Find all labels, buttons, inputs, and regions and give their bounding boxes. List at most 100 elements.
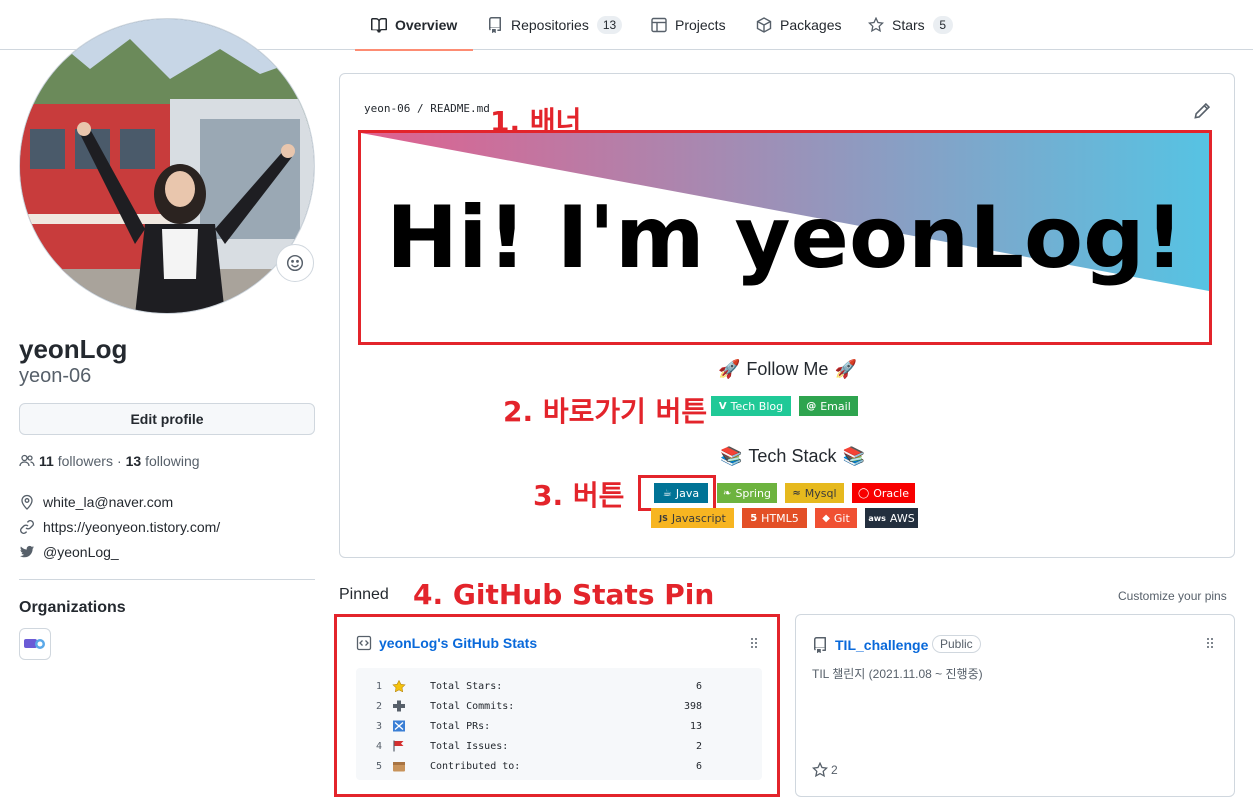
html5-badge[interactable]: 5 HTML5 (742, 508, 807, 528)
repositories-count: 13 (596, 16, 623, 34)
drag-handle-icon[interactable] (1206, 637, 1214, 649)
star-icon (812, 762, 828, 778)
set-status-button[interactable] (276, 244, 314, 282)
annotation-stats-pin: 4. GitHub Stats Pin (413, 578, 715, 611)
pencil-icon[interactable] (1193, 102, 1211, 120)
repo-stars-count: 2 (831, 763, 838, 777)
stats-value: 6 (695, 760, 702, 772)
aws-icon: aws (868, 513, 886, 523)
spring-badge[interactable]: ❧ Spring (717, 483, 777, 503)
tab-stars-label: Stars (892, 17, 925, 33)
following-link[interactable]: 13 following (126, 453, 200, 469)
mysql-badge[interactable]: ≈ Mysql (785, 483, 844, 503)
avatar[interactable] (19, 18, 315, 314)
javascript-badge[interactable]: JS Javascript (651, 508, 734, 528)
box-icon (393, 762, 405, 772)
line-number: 1 (375, 680, 382, 692)
stats-value: 13 (689, 720, 702, 732)
rocket-icon: 🚀 (718, 359, 741, 379)
star-icon (868, 17, 884, 33)
follow-me-title: 🚀 Follow Me 🚀 (718, 359, 857, 380)
java-badge[interactable]: ☕ Java (654, 483, 708, 503)
twitter-detail[interactable]: @yeonLog_ (19, 544, 119, 560)
email-badge[interactable]: @ Email (799, 396, 858, 416)
pinned-title: Pinned (339, 586, 389, 603)
annotation-button: 3. 버튼 (533, 479, 625, 512)
stats-value: 2 (695, 740, 702, 752)
stats-card-title[interactable]: yeonLog's GitHub Stats (379, 635, 537, 651)
flag-icon (393, 740, 404, 752)
following-label: following (145, 453, 200, 469)
package-icon (756, 17, 772, 33)
drag-handle-icon[interactable] (750, 637, 758, 649)
aws-label: AWS (889, 511, 915, 525)
oracle-label: Oracle (873, 486, 909, 500)
git-icon: ◆ (822, 512, 830, 524)
line-number: 2 (375, 700, 382, 712)
repo-name-link[interactable]: TIL_challenge (835, 637, 928, 653)
git-badge[interactable]: ◆ Git (815, 508, 857, 528)
tech-stack-label: Tech Stack (748, 446, 837, 466)
javascript-icon: JS (659, 513, 668, 523)
java-icon: ☕ (662, 487, 672, 499)
table-icon (651, 17, 667, 33)
link-icon (20, 520, 34, 534)
repo-description: TIL 챌린지 (2021.11.08 ~ 진행중) (812, 667, 983, 681)
oracle-badge[interactable]: ◯ Oracle (852, 483, 915, 503)
tab-projects[interactable]: Projects (651, 0, 726, 50)
stats-value: 6 (695, 680, 702, 692)
organization-logo-icon (24, 639, 45, 649)
star-icon (392, 680, 406, 692)
plus-icon (393, 700, 405, 712)
smiley-icon (286, 254, 304, 272)
tab-overview[interactable]: Overview (354, 0, 474, 51)
tab-projects-label: Projects (675, 17, 726, 33)
stats-label: Total Issues: (430, 740, 509, 752)
location-pin-icon (21, 494, 33, 510)
stats-row: 1 Total Stars: 6 (356, 678, 762, 694)
aws-badge[interactable]: aws AWS (865, 508, 918, 528)
edit-profile-button[interactable]: Edit profile (19, 403, 315, 435)
stats-label: Total PRs: (430, 720, 491, 732)
website-detail[interactable]: https://yeonyeon.tistory.com/ (19, 519, 220, 535)
customize-pins-link[interactable]: Customize your pins (1118, 589, 1227, 603)
tech-blog-badge[interactable]: V Tech Blog (711, 396, 791, 416)
email-badge-label: Email (820, 399, 851, 413)
followers-link[interactable]: 11 followers (39, 453, 113, 469)
javascript-label: Javascript (671, 511, 726, 525)
tab-stars[interactable]: Stars 5 (868, 0, 953, 50)
readme-path[interactable]: yeon-06 / README.md (364, 102, 490, 115)
followers-count: 11 (39, 453, 54, 469)
tech-blog-label: Tech Blog (730, 399, 784, 413)
follow-me-label: Follow Me (746, 359, 829, 379)
stats-value: 398 (683, 700, 702, 712)
email-text: white_la@naver.com (43, 494, 174, 510)
dot-separator: · (116, 453, 122, 469)
mysql-icon: ≈ (792, 487, 801, 499)
rocket-icon: 🚀 (834, 359, 857, 379)
readme-banner: Hi! I'm yeonLog! (358, 130, 1212, 345)
spring-label: Spring (735, 486, 771, 500)
oracle-icon: ◯ (858, 487, 870, 499)
velog-icon: V (718, 400, 727, 412)
email-detail[interactable]: white_la@naver.com (19, 494, 173, 510)
stars-count: 5 (932, 16, 953, 34)
tab-overview-label: Overview (395, 17, 458, 33)
tab-packages-label: Packages (780, 17, 842, 33)
website-text: https://yeonyeon.tistory.com/ (43, 519, 221, 535)
at-icon: @ (806, 400, 817, 412)
visibility-badge: Public (932, 635, 981, 653)
html5-label: HTML5 (761, 511, 799, 525)
following-count: 13 (125, 453, 142, 469)
tab-repositories[interactable]: Repositories 13 (487, 0, 623, 50)
repo-stars-link[interactable]: 2 (812, 762, 838, 778)
code-square-icon (356, 635, 372, 651)
tab-packages[interactable]: Packages (756, 0, 841, 50)
stats-label: Total Commits: (430, 700, 515, 712)
stats-row: 4 Total Issues: 2 (356, 738, 762, 754)
follow-stats: 11 followers · 13 following (19, 453, 200, 469)
books-icon: 📚 (842, 446, 865, 466)
stats-label: Total Stars: (430, 680, 503, 692)
organization-avatar[interactable] (19, 628, 51, 660)
followers-label: followers (57, 453, 113, 469)
